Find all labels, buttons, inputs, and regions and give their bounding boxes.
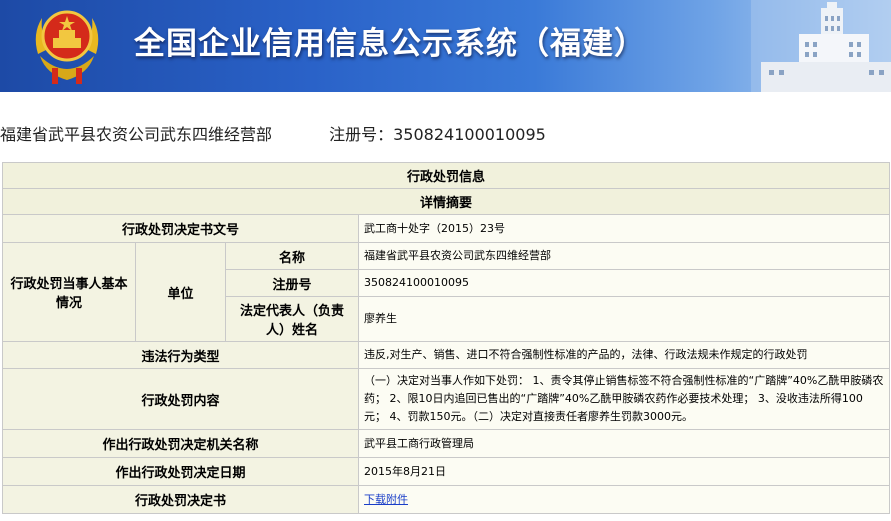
decision-date-label: 作出行政处罚决定日期: [2, 457, 359, 486]
decision-no-label: 行政处罚决定书文号: [2, 214, 359, 243]
national-emblem-icon: [35, 10, 99, 84]
violation-type-value: 违反,对生产、销售、进口不符合强制性标准的产品的，法律、行政法规未作规定的行政处…: [357, 341, 891, 369]
decision-no-value: 武工商十处字（2015）23号: [357, 214, 891, 243]
section-title: 行政处罚信息: [1, 162, 891, 189]
violation-type-label: 违法行为类型: [2, 341, 359, 369]
page-title: 全国企业信用信息公示系统（福建）: [134, 26, 646, 62]
decision-date-value: 2015年8月21日: [357, 457, 891, 486]
authority-value: 武平县工商行政管理局: [357, 429, 891, 458]
party-rep-label: 法定代表人（负责人）姓名: [225, 296, 359, 342]
party-reg-label: 注册号: [225, 269, 359, 297]
party-reg-value: 350824100010095: [357, 269, 891, 297]
download-attachment-link[interactable]: 下载附件: [364, 493, 408, 506]
party-name-value: 福建省武平县农资公司武东四维经营部: [357, 242, 891, 270]
penalty-content-label: 行政处罚内容: [2, 368, 359, 430]
party-unit-label: 单位: [135, 242, 226, 342]
penalty-info-table: 行政处罚信息 详情摘要 行政处罚决定书文号 武工商十处字（2015）23号 行政…: [1, 162, 891, 514]
penalty-content-value: （一）决定对当事人作如下处罚： 1、责令其停止销售标签不符合强制性标准的“广踏牌…: [357, 368, 891, 430]
party-name-label: 名称: [225, 242, 359, 270]
company-header: 福建省武平县农资公司武东四维经营部 注册号：350824100010095: [0, 121, 546, 145]
company-name: 福建省武平县农资公司武东四维经营部: [0, 125, 273, 144]
company-reg-number: 350824100010095: [393, 125, 546, 144]
decision-document-label: 行政处罚决定书: [2, 485, 359, 514]
section-subtitle: 详情摘要: [1, 188, 891, 215]
header-banner: 全国企业信用信息公示系统（福建）: [0, 0, 891, 92]
party-rep-value: 廖养生: [357, 296, 891, 342]
company-reg-label: 注册号：: [329, 125, 394, 144]
building-icon: [751, 0, 891, 92]
decision-document-cell: 下载附件: [357, 485, 891, 514]
authority-label: 作出行政处罚决定机关名称: [2, 429, 359, 458]
party-label: 行政处罚当事人基本情况: [2, 242, 136, 342]
